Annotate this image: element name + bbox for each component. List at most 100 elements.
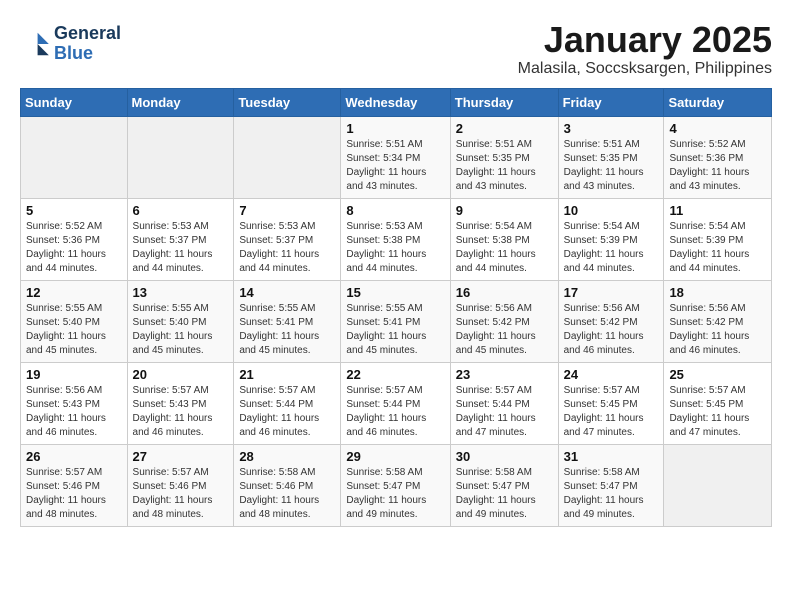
calendar-cell [21,116,128,198]
calendar-cell: 24Sunrise: 5:57 AMSunset: 5:45 PMDayligh… [558,362,664,444]
day-info: Sunrise: 5:56 AMSunset: 5:42 PMDaylight:… [669,302,766,358]
weekday-header: Thursday [450,88,558,116]
day-number: 10 [564,203,659,218]
day-info: Sunrise: 5:53 AMSunset: 5:37 PMDaylight:… [239,220,335,276]
calendar-cell: 16 Sunrise: 5:56 AMSunset: 5:42 PMDayligh… [450,280,558,362]
day-info: Sunrise: 5:51 AMSunset: 5:35 PMDaylight:… [564,138,659,194]
day-info: Sunrise: 5:56 AMSunset: 5:43 PMDaylight:… [26,384,122,440]
day-info: Sunrise: 5:53 AMSunset: 5:38 PMDaylight:… [346,220,444,276]
calendar-week-row: 19 Sunrise: 5:56 AMSunset: 5:43 PMDayligh… [21,362,772,444]
day-number: 14 [239,285,335,300]
day-number: 23 [456,367,553,382]
day-info: Sunrise: 5:56 AMSunset: 5:42 PMDaylight:… [564,302,659,358]
calendar-cell: 14 Sunrise: 5:55 AMSunset: 5:41 PMDayligh… [234,280,341,362]
logo: General Blue [20,24,121,64]
day-info: Sunrise: 5:55 AMSunset: 5:40 PMDaylight:… [26,302,122,358]
calendar-header-row: SundayMondayTuesdayWednesdayThursdayFrid… [21,88,772,116]
day-info: Sunrise: 5:52 AMSunset: 5:36 PMDaylight:… [669,138,766,194]
logo-icon [20,28,52,60]
calendar-cell: 13 Sunrise: 5:55 AMSunset: 5:40 PMDayligh… [127,280,234,362]
day-number: 21 [239,367,335,382]
day-info: Sunrise: 5:54 AMSunset: 5:38 PMDaylight:… [456,220,553,276]
day-info: Sunrise: 5:53 AMSunset: 5:37 PMDaylight:… [133,220,229,276]
calendar-cell: 1Sunrise: 5:51 AMSunset: 5:34 PMDaylight… [341,116,450,198]
calendar-cell: 25Sunrise: 5:57 AMSunset: 5:45 PMDayligh… [664,362,772,444]
day-info: Sunrise: 5:55 AMSunset: 5:41 PMDaylight:… [346,302,444,358]
day-number: 31 [564,449,659,464]
calendar-cell: 20Sunrise: 5:57 AMSunset: 5:43 PMDayligh… [127,362,234,444]
day-number: 24 [564,367,659,382]
day-number: 1 [346,121,444,136]
day-number: 27 [133,449,229,464]
calendar-cell: 27Sunrise: 5:57 AMSunset: 5:46 PMDayligh… [127,444,234,526]
day-number: 4 [669,121,766,136]
page-title: January 2025 [518,20,772,60]
day-info: Sunrise: 5:58 AMSunset: 5:47 PMDaylight:… [456,466,553,522]
day-number: 6 [133,203,229,218]
calendar-cell: 30Sunrise: 5:58 AMSunset: 5:47 PMDayligh… [450,444,558,526]
day-info: Sunrise: 5:55 AMSunset: 5:41 PMDaylight:… [239,302,335,358]
day-number: 13 [133,285,229,300]
calendar-cell: 15 Sunrise: 5:55 AMSunset: 5:41 PMDayligh… [341,280,450,362]
day-info: Sunrise: 5:54 AMSunset: 5:39 PMDaylight:… [669,220,766,276]
calendar-cell: 3 Sunrise: 5:51 AMSunset: 5:35 PMDaylight… [558,116,664,198]
calendar-week-row: 1Sunrise: 5:51 AMSunset: 5:34 PMDaylight… [21,116,772,198]
day-number: 29 [346,449,444,464]
day-number: 25 [669,367,766,382]
day-info: Sunrise: 5:57 AMSunset: 5:46 PMDaylight:… [26,466,122,522]
day-number: 3 [564,121,659,136]
calendar-cell: 4 Sunrise: 5:52 AMSunset: 5:36 PMDaylight… [664,116,772,198]
day-number: 2 [456,121,553,136]
day-number: 8 [346,203,444,218]
day-number: 9 [456,203,553,218]
day-info: Sunrise: 5:51 AMSunset: 5:35 PMDaylight:… [456,138,553,194]
weekday-header: Friday [558,88,664,116]
day-number: 12 [26,285,122,300]
calendar-cell [234,116,341,198]
weekday-header: Wednesday [341,88,450,116]
day-number: 16 [456,285,553,300]
calendar-cell: 19 Sunrise: 5:56 AMSunset: 5:43 PMDayligh… [21,362,128,444]
day-number: 19 [26,367,122,382]
logo-line1: General [54,24,121,44]
day-number: 28 [239,449,335,464]
day-info: Sunrise: 5:57 AMSunset: 5:44 PMDaylight:… [239,384,335,440]
calendar-cell: 11 Sunrise: 5:54 AMSunset: 5:39 PMDayligh… [664,198,772,280]
day-number: 18 [669,285,766,300]
day-number: 15 [346,285,444,300]
day-info: Sunrise: 5:56 AMSunset: 5:42 PMDaylight:… [456,302,553,358]
day-info: Sunrise: 5:54 AMSunset: 5:39 PMDaylight:… [564,220,659,276]
calendar-cell: 28 Sunrise: 5:58 AMSunset: 5:46 PMDayligh… [234,444,341,526]
calendar-week-row: 5Sunrise: 5:52 AMSunset: 5:36 PMDaylight… [21,198,772,280]
calendar-cell: 7 Sunrise: 5:53 AMSunset: 5:37 PMDaylight… [234,198,341,280]
calendar-week-row: 26 Sunrise: 5:57 AMSunset: 5:46 PMDayligh… [21,444,772,526]
calendar-cell: 9 Sunrise: 5:54 AMSunset: 5:38 PMDaylight… [450,198,558,280]
day-number: 20 [133,367,229,382]
day-number: 26 [26,449,122,464]
day-info: Sunrise: 5:57 AMSunset: 5:44 PMDaylight:… [456,384,553,440]
calendar-table: SundayMondayTuesdayWednesdayThursdayFrid… [20,88,772,527]
weekday-header: Saturday [664,88,772,116]
day-info: Sunrise: 5:58 AMSunset: 5:47 PMDaylight:… [346,466,444,522]
calendar-cell: 26 Sunrise: 5:57 AMSunset: 5:46 PMDayligh… [21,444,128,526]
calendar-cell: 8 Sunrise: 5:53 AMSunset: 5:38 PMDaylight… [341,198,450,280]
day-info: Sunrise: 5:55 AMSunset: 5:40 PMDaylight:… [133,302,229,358]
calendar-cell: 29 Sunrise: 5:58 AMSunset: 5:47 PMDayligh… [341,444,450,526]
calendar-cell: 17 Sunrise: 5:56 AMSunset: 5:42 PMDayligh… [558,280,664,362]
calendar-cell: 12 Sunrise: 5:55 AMSunset: 5:40 PMDayligh… [21,280,128,362]
day-info: Sunrise: 5:57 AMSunset: 5:44 PMDaylight:… [346,384,444,440]
day-info: Sunrise: 5:58 AMSunset: 5:47 PMDaylight:… [564,466,659,522]
day-number: 17 [564,285,659,300]
page-subtitle: Malasila, Soccsksargen, Philippines [518,60,772,78]
day-number: 22 [346,367,444,382]
day-number: 11 [669,203,766,218]
weekday-header: Tuesday [234,88,341,116]
title-block: January 2025 Malasila, Soccsksargen, Phi… [518,20,772,78]
calendar-cell: 31 Sunrise: 5:58 AMSunset: 5:47 PMDayligh… [558,444,664,526]
day-info: Sunrise: 5:58 AMSunset: 5:46 PMDaylight:… [239,466,335,522]
day-number: 7 [239,203,335,218]
calendar-week-row: 12 Sunrise: 5:55 AMSunset: 5:40 PMDayligh… [21,280,772,362]
calendar-cell: 10 Sunrise: 5:54 AMSunset: 5:39 PMDayligh… [558,198,664,280]
calendar-cell: 2 Sunrise: 5:51 AMSunset: 5:35 PMDaylight… [450,116,558,198]
calendar-cell: 23 Sunrise: 5:57 AMSunset: 5:44 PMDayligh… [450,362,558,444]
